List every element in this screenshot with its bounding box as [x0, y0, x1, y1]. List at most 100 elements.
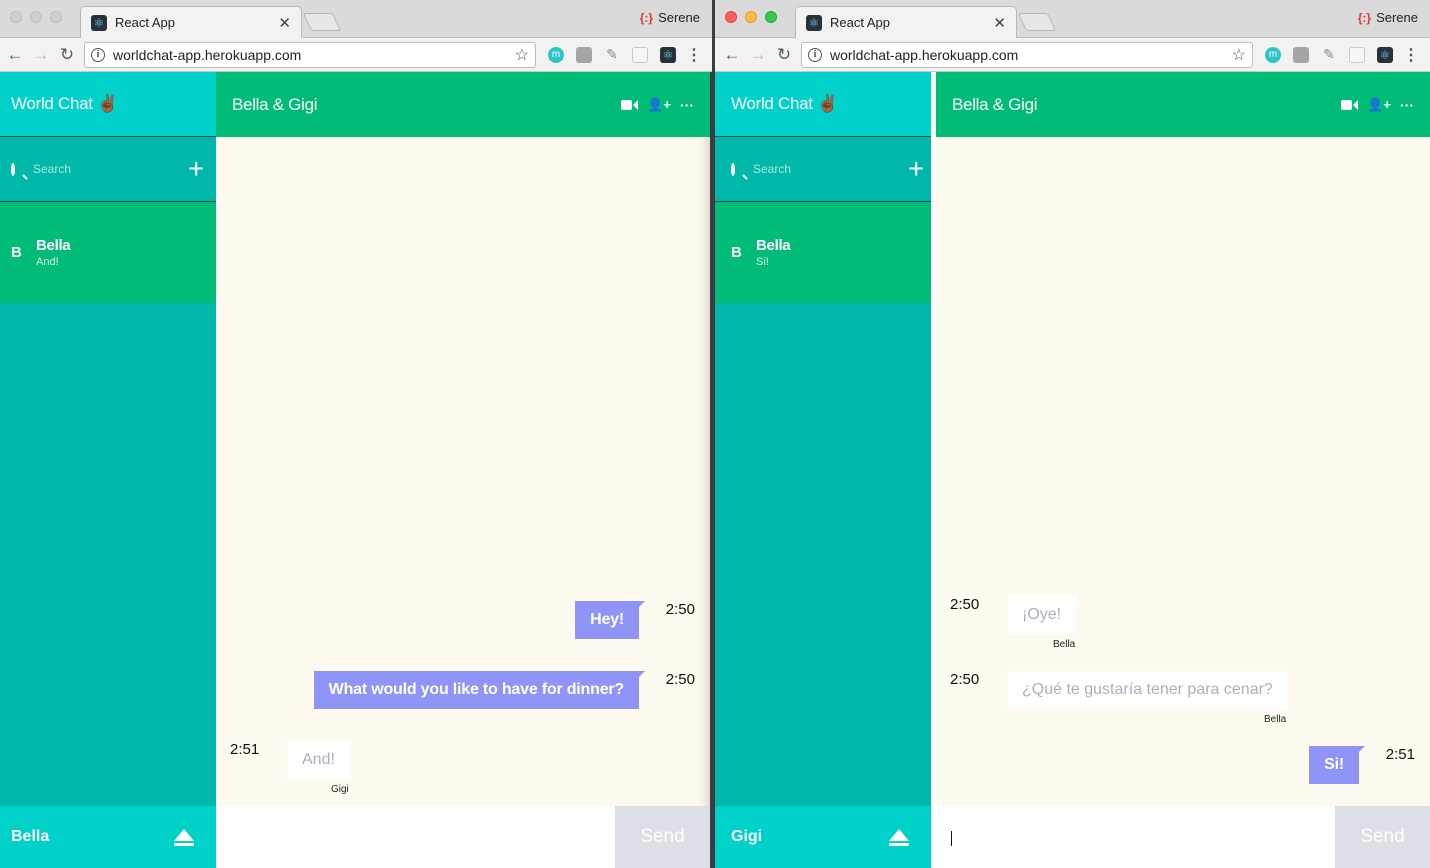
eyedropper-icon[interactable]: ✎: [1321, 46, 1337, 63]
address-bar[interactable]: i worldchat-app.herokuapp.com ☆: [84, 41, 536, 68]
current-user-bar: Bella: [0, 806, 216, 868]
logout-eject-icon[interactable]: [174, 828, 194, 846]
chat-panel: Bella & Gigi 👤+ ··· 2:50 ¡Oye! Bella 2:5…: [936, 72, 1430, 868]
extension-mail-icon[interactable]: [632, 46, 648, 63]
profile-button[interactable]: {:} Serene: [640, 10, 700, 25]
current-user-name: Gigi: [731, 828, 763, 845]
more-options-icon[interactable]: ···: [1400, 97, 1414, 113]
tab-title: React App: [830, 15, 890, 30]
send-button[interactable]: Send: [615, 806, 710, 868]
new-conversation-icon[interactable]: +: [188, 155, 204, 183]
conversation-item-bella[interactable]: B Bella Si!: [715, 202, 931, 303]
profile-button[interactable]: {:} Serene: [1358, 10, 1418, 25]
tab-close-icon[interactable]: ✕: [278, 14, 291, 32]
more-options-icon[interactable]: ···: [680, 97, 694, 113]
reload-icon[interactable]: ↻: [771, 42, 797, 68]
forward-icon[interactable]: →: [28, 42, 54, 68]
message-text: ¡Oye!: [1007, 596, 1077, 634]
video-call-icon[interactable]: [1341, 99, 1359, 110]
conversation-initial: B: [11, 244, 22, 261]
tab-title: React App: [115, 15, 175, 30]
react-devtools-icon[interactable]: ⚛: [1377, 46, 1393, 63]
message-time: 2:50: [950, 596, 980, 613]
extension-square-icon[interactable]: [1293, 46, 1309, 63]
message-bubble: Si!: [1309, 746, 1365, 784]
search-bar: +: [715, 137, 931, 202]
url-text: worldchat-app.herokuapp.com: [830, 46, 1019, 63]
extension-square-icon[interactable]: [576, 46, 592, 63]
app-title: World Chat ✌🏾: [715, 72, 931, 137]
minimize-window-button[interactable]: [745, 11, 757, 23]
chat-title: Bella & Gigi: [232, 94, 318, 114]
message-bubble: And!: [287, 741, 350, 779]
close-window-button[interactable]: [725, 11, 737, 23]
extension-mail-icon[interactable]: [1349, 46, 1365, 63]
conversation-initial: B: [731, 244, 742, 261]
chat-actions: 👤+ ···: [1341, 97, 1414, 113]
extension-m-icon[interactable]: m: [548, 46, 564, 63]
video-call-icon[interactable]: [621, 99, 639, 110]
chat-title: Bella & Gigi: [952, 94, 1038, 114]
maximize-window-button[interactable]: [765, 11, 777, 23]
text-caret: [951, 831, 952, 846]
search-input[interactable]: [753, 162, 908, 176]
back-icon[interactable]: ←: [2, 42, 28, 68]
minimize-window-button[interactable]: [30, 11, 42, 23]
add-user-icon[interactable]: 👤+: [1367, 97, 1391, 113]
browser-toolbar: ← → ↻ i worldchat-app.herokuapp.com ☆ m …: [715, 38, 1430, 72]
new-tab-button[interactable]: [1017, 13, 1057, 31]
react-devtools-icon[interactable]: ⚛: [660, 46, 676, 63]
add-user-icon[interactable]: 👤+: [647, 97, 671, 113]
browser-tab[interactable]: ⚛ React App ✕: [80, 6, 302, 38]
info-icon[interactable]: i: [91, 47, 105, 62]
message-time: 2:50: [665, 601, 695, 618]
message-bubble: ¡Oye!: [1007, 596, 1077, 634]
bookmark-star-icon[interactable]: ☆: [515, 45, 529, 65]
info-icon[interactable]: i: [808, 47, 822, 62]
message-text: ¿Qué te gustaría tener para cenar?: [1007, 671, 1288, 709]
logout-eject-icon[interactable]: [889, 828, 909, 846]
chat-actions: 👤+ ···: [621, 97, 694, 113]
chat-panel: Bella & Gigi 👤+ ··· Hey! 2:50 What would…: [216, 72, 710, 868]
tab-strip: ⚛ React App ✕ {:} Serene: [0, 0, 712, 38]
conversation-last-message: And!: [36, 256, 59, 268]
chat-header: Bella & Gigi 👤+ ···: [936, 72, 1430, 137]
search-icon: [731, 162, 735, 176]
reload-icon[interactable]: ↻: [54, 42, 80, 68]
eyedropper-icon[interactable]: ✎: [604, 46, 620, 63]
chat-app: World Chat ✌🏾 + B Bella Si! Gigi: [715, 72, 1430, 868]
browser-window-left: ⚛ React App ✕ {:} Serene ← → ↻ i worldch…: [0, 0, 712, 868]
window-controls: [10, 11, 62, 23]
message-sender: Bella: [1264, 714, 1287, 725]
message-text: Si!: [1309, 746, 1365, 784]
window-controls: [725, 11, 777, 23]
browser-menu-icon[interactable]: ⋮: [1403, 45, 1419, 65]
new-conversation-icon[interactable]: +: [908, 155, 924, 183]
browser-menu-icon[interactable]: ⋮: [686, 45, 702, 65]
url-text: worldchat-app.herokuapp.com: [113, 46, 302, 63]
browser-window-right: ⚛ React App ✕ {:} Serene ← → ↻ i worldch…: [715, 0, 1430, 868]
message-input[interactable]: [216, 806, 615, 868]
send-button[interactable]: Send: [1335, 806, 1430, 868]
search-input[interactable]: [33, 162, 188, 176]
new-tab-button[interactable]: [302, 13, 342, 31]
react-icon: ⚛: [806, 14, 822, 31]
message-time: 2:51: [1385, 746, 1415, 763]
tab-strip: ⚛ React App ✕ {:} Serene: [715, 0, 1430, 38]
message-input[interactable]: [936, 806, 1335, 868]
browser-tab[interactable]: ⚛ React App ✕: [795, 6, 1017, 38]
close-window-button[interactable]: [10, 11, 22, 23]
forward-icon[interactable]: →: [745, 42, 771, 68]
extension-m-icon[interactable]: m: [1265, 46, 1281, 63]
back-icon[interactable]: ←: [719, 42, 745, 68]
bookmark-star-icon[interactable]: ☆: [1232, 45, 1246, 65]
profile-icon: {:}: [1357, 10, 1372, 25]
sidebar: World Chat ✌🏾 + B Bella And! Bella: [0, 72, 216, 868]
react-icon: ⚛: [91, 14, 107, 31]
app-title: World Chat ✌🏾: [0, 72, 216, 137]
address-bar[interactable]: i worldchat-app.herokuapp.com ☆: [801, 41, 1253, 68]
maximize-window-button[interactable]: [50, 11, 62, 23]
tab-close-icon[interactable]: ✕: [993, 14, 1006, 32]
message-sender: Gigi: [331, 784, 349, 795]
conversation-item-bella[interactable]: B Bella And!: [0, 202, 216, 303]
